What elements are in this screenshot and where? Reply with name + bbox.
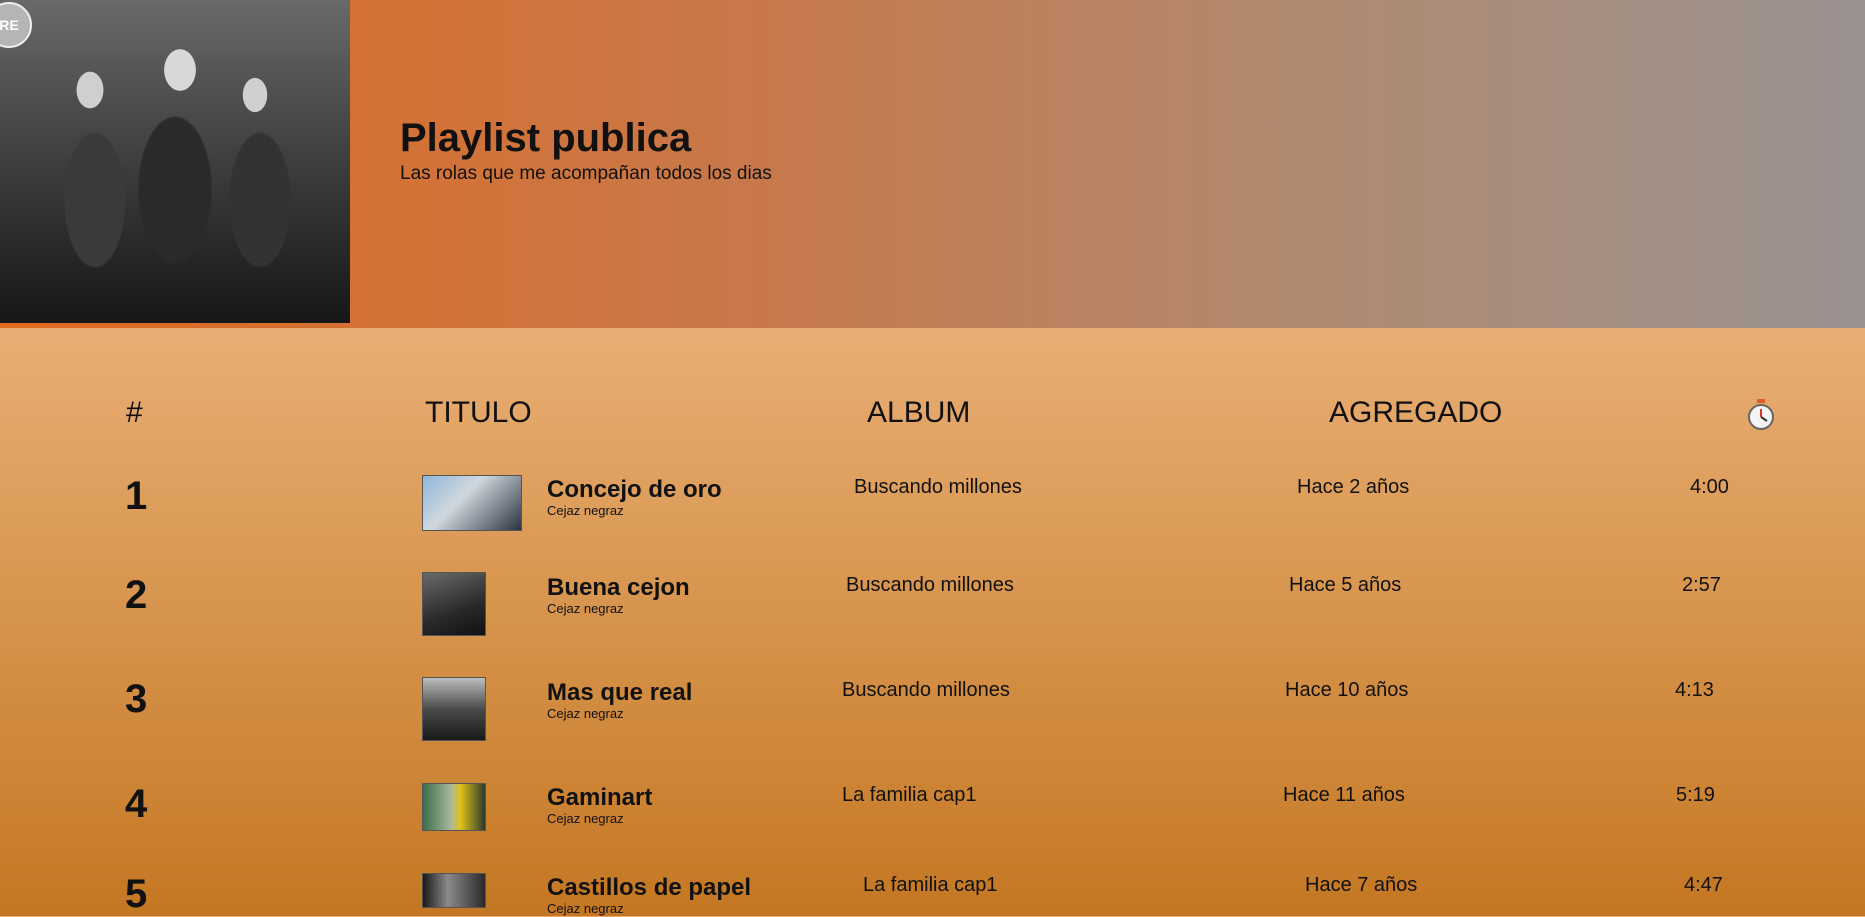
track-album[interactable]: Buscando millones <box>842 679 1010 702</box>
track-title[interactable]: Gaminart <box>547 784 652 812</box>
track-number: 2 <box>125 573 148 617</box>
track-number: 1 <box>125 474 148 518</box>
stop-sign-graphic: RE <box>0 2 32 48</box>
track-duration: 2:57 <box>1682 574 1721 596</box>
track-artist[interactable]: Cejaz negraz <box>547 601 624 616</box>
track-title[interactable]: Concejo de oro <box>547 476 722 504</box>
track-added: Hace 5 años <box>1289 574 1402 596</box>
track-thumbnail <box>422 783 486 831</box>
column-header-number: # <box>126 396 143 429</box>
track-added: Hace 10 años <box>1285 679 1409 701</box>
track-added: Hace 7 años <box>1305 874 1418 896</box>
stopwatch-icon[interactable] <box>1746 398 1776 432</box>
track-number: 5 <box>125 872 148 916</box>
column-header-added[interactable]: AGREGADO <box>1329 396 1502 430</box>
track-album[interactable]: Buscando millones <box>854 476 1022 499</box>
playlist-title: Playlist publica <box>400 116 692 160</box>
track-duration: 5:19 <box>1676 784 1715 806</box>
track-duration: 4:00 <box>1690 476 1729 498</box>
track-album[interactable]: La familia cap1 <box>842 784 977 807</box>
track-title[interactable]: Castillos de papel <box>547 874 751 902</box>
track-duration: 4:13 <box>1675 679 1714 701</box>
track-thumbnail <box>422 677 486 741</box>
playlist-description: Las rolas que me acompañan todos los dia… <box>400 163 772 184</box>
track-title[interactable]: Mas que real <box>547 679 692 707</box>
track-added: Hace 2 años <box>1297 476 1410 498</box>
track-artist[interactable]: Cejaz negraz <box>547 503 624 518</box>
track-number: 3 <box>125 677 148 721</box>
track-thumbnail <box>422 873 486 908</box>
track-added: Hace 11 años <box>1283 784 1405 806</box>
playlist-header: RE Playlist publica Las rolas que me aco… <box>0 0 1865 328</box>
track-duration: 4:47 <box>1684 874 1723 896</box>
track-number: 4 <box>125 782 148 826</box>
track-thumbnail <box>422 572 486 636</box>
playlist-cover-image: RE <box>0 0 350 323</box>
track-thumbnail <box>422 475 522 531</box>
track-album[interactable]: La familia cap1 <box>863 874 998 897</box>
track-artist[interactable]: Cejaz negraz <box>547 901 624 916</box>
track-artist[interactable]: Cejaz negraz <box>547 811 624 826</box>
track-title[interactable]: Buena cejon <box>547 574 690 602</box>
column-header-album[interactable]: ALBUM <box>867 396 970 430</box>
column-header-title[interactable]: TITULO <box>425 396 532 430</box>
track-album[interactable]: Buscando millones <box>846 574 1014 597</box>
track-artist[interactable]: Cejaz negraz <box>547 706 624 721</box>
